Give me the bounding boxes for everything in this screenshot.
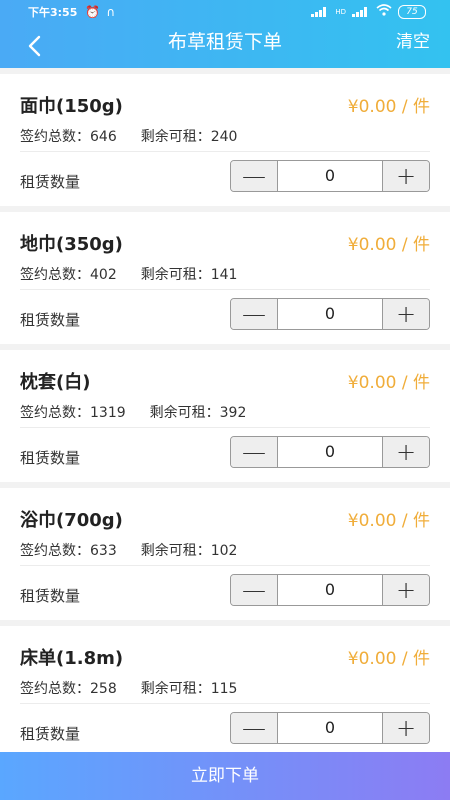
item-name: 地巾(350g) <box>20 234 123 255</box>
increment-button[interactable]: + <box>383 437 429 467</box>
item-price: ¥0.00 / 件 <box>347 97 430 117</box>
quantity-stepper: — 0 + <box>230 298 430 330</box>
nav-bar: 布草租赁下单 清空 <box>0 24 450 68</box>
status-time: 下午3:55 <box>28 6 78 19</box>
item-price: ¥0.00 / 件 <box>347 511 430 531</box>
quantity-label: 租赁数量 <box>20 311 81 329</box>
item-list: 面巾(150g) ¥0.00 / 件 签约总数：646 剩余可租：240 租赁数… <box>0 68 450 758</box>
quantity-stepper: — 0 + <box>230 574 430 606</box>
decrement-button[interactable]: — <box>231 437 277 467</box>
signal-icon <box>311 6 329 17</box>
decrement-button[interactable]: — <box>231 713 277 743</box>
item-card: 床单(1.8m) ¥0.00 / 件 签约总数：258 剩余可租：115 租赁数… <box>0 626 450 758</box>
alarm-icon: ⏰ <box>85 5 101 19</box>
remaining-stock: 剩余可租：141 <box>140 267 238 283</box>
decrement-button[interactable]: — <box>231 299 277 329</box>
remaining-stock: 剩余可租：240 <box>140 129 238 145</box>
decrement-button[interactable]: — <box>231 575 277 605</box>
remaining-stock: 剩余可租：102 <box>140 543 238 559</box>
remaining-stock: 剩余可租：392 <box>149 405 247 421</box>
quantity-label: 租赁数量 <box>20 725 81 743</box>
divider <box>20 289 430 290</box>
clear-button[interactable]: 清空 <box>396 24 430 68</box>
item-card: 浴巾(700g) ¥0.00 / 件 签约总数：633 剩余可租：102 租赁数… <box>0 488 450 620</box>
quantity-label: 租赁数量 <box>20 587 81 605</box>
quantity-stepper: — 0 + <box>230 712 430 744</box>
quantity-label: 租赁数量 <box>20 173 81 191</box>
quantity-input[interactable]: 0 <box>277 161 383 191</box>
quantity-stepper: — 0 + <box>230 436 430 468</box>
quantity-stepper: — 0 + <box>230 160 430 192</box>
item-name: 枕套(白) <box>20 372 91 393</box>
headset-icon: ∩ <box>106 5 116 19</box>
quantity-input[interactable]: 0 <box>277 299 383 329</box>
item-card: 面巾(150g) ¥0.00 / 件 签约总数：646 剩余可租：240 租赁数… <box>0 74 450 206</box>
item-name: 面巾(150g) <box>20 96 123 117</box>
divider <box>20 703 430 704</box>
quantity-input[interactable]: 0 <box>277 437 383 467</box>
signed-total: 签约总数：633 <box>20 543 117 559</box>
signed-total: 签约总数：1319 <box>20 405 126 421</box>
increment-button[interactable]: + <box>383 575 429 605</box>
submit-order-button[interactable]: 立即下单 <box>0 752 450 800</box>
increment-button[interactable]: + <box>383 299 429 329</box>
decrement-button[interactable]: — <box>231 161 277 191</box>
item-price: ¥0.00 / 件 <box>347 373 430 393</box>
divider <box>20 151 430 152</box>
status-bar: 下午3:55 ⏰ ∩ HD 75 <box>0 0 450 24</box>
increment-button[interactable]: + <box>383 713 429 743</box>
divider <box>20 427 430 428</box>
item-name: 浴巾(700g) <box>20 510 123 531</box>
signed-total: 签约总数：258 <box>20 681 117 697</box>
item-name: 床单(1.8m) <box>20 648 124 669</box>
signed-total: 签约总数：646 <box>20 129 117 145</box>
quantity-label: 租赁数量 <box>20 449 81 467</box>
item-card: 枕套(白) ¥0.00 / 件 签约总数：1319 剩余可租：392 租赁数量 … <box>0 350 450 482</box>
quantity-input[interactable]: 0 <box>277 713 383 743</box>
signal-icon-2 <box>352 6 370 17</box>
header-bar: 下午3:55 ⏰ ∩ HD 75 布草租赁下单 清空 <box>0 0 450 68</box>
wifi-icon <box>376 4 392 19</box>
item-card: 地巾(350g) ¥0.00 / 件 签约总数：402 剩余可租：141 租赁数… <box>0 212 450 344</box>
signed-total: 签约总数：402 <box>20 267 117 283</box>
page-title: 布草租赁下单 <box>167 31 282 53</box>
network-label: HD <box>335 7 346 16</box>
item-price: ¥0.00 / 件 <box>347 235 430 255</box>
increment-button[interactable]: + <box>383 161 429 191</box>
battery-icon: 75 <box>398 4 426 19</box>
divider <box>20 565 430 566</box>
remaining-stock: 剩余可租：115 <box>140 681 238 697</box>
item-price: ¥0.00 / 件 <box>347 649 430 669</box>
quantity-input[interactable]: 0 <box>277 575 383 605</box>
